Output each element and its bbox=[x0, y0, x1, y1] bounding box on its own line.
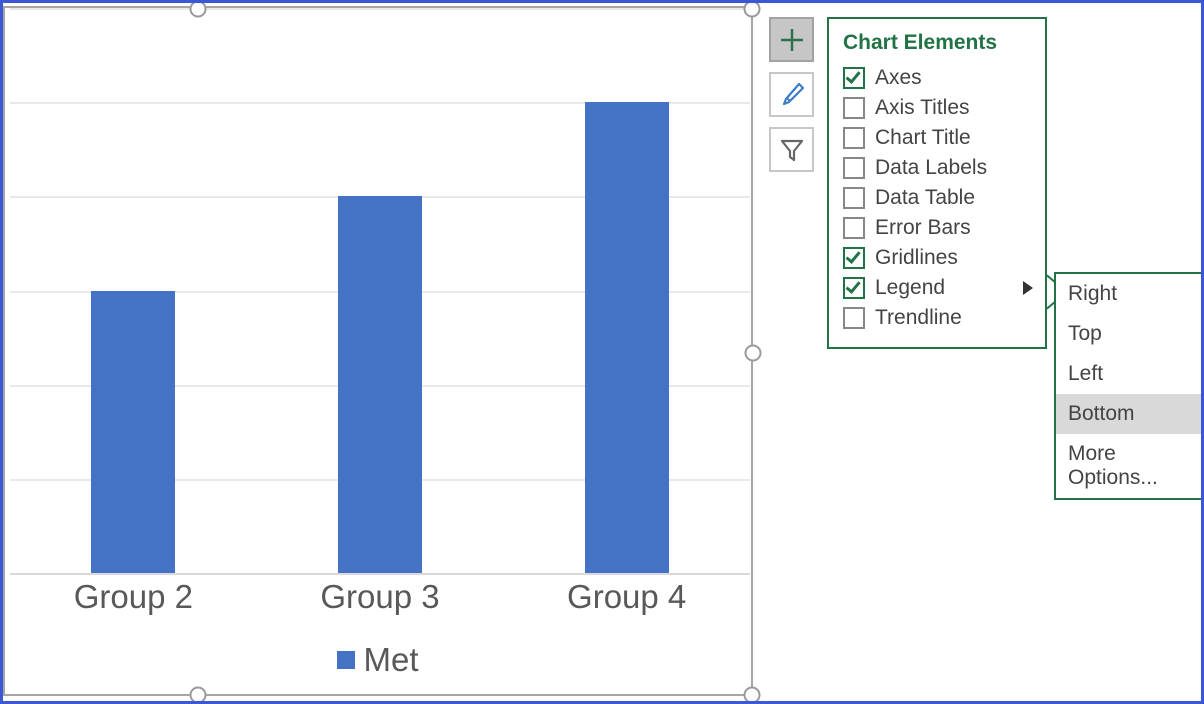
bar-group-3[interactable] bbox=[338, 196, 422, 573]
x-axis-label: Group 2 bbox=[10, 578, 257, 616]
selection-handle-e[interactable] bbox=[745, 345, 762, 362]
legend-position-right[interactable]: Right bbox=[1056, 274, 1204, 314]
legend-position-more-options[interactable]: More Options... bbox=[1056, 434, 1204, 498]
checkbox[interactable] bbox=[843, 247, 865, 269]
flyout-items: Axes Axis Titles Chart Title Data Labels Dat… bbox=[843, 63, 1033, 333]
chart-elements-button[interactable] bbox=[769, 17, 814, 62]
legend-position-left[interactable]: Left bbox=[1056, 354, 1204, 394]
option-label: Legend bbox=[875, 276, 945, 300]
selection-handle-n[interactable] bbox=[190, 1, 207, 18]
selection-handle-ne[interactable] bbox=[744, 1, 761, 18]
legend-bottom[interactable]: Met bbox=[5, 641, 751, 679]
chart-element-option-error-bars[interactable]: Error Bars bbox=[843, 213, 1033, 243]
bar-group-2[interactable] bbox=[91, 291, 175, 574]
option-label: Error Bars bbox=[875, 216, 971, 240]
checkmark-icon bbox=[846, 248, 861, 264]
legend-series-label: Met bbox=[363, 641, 418, 679]
option-label: Chart Title bbox=[875, 126, 971, 150]
chart-element-option-chart-title[interactable]: Chart Title bbox=[843, 123, 1033, 153]
x-axis-label: Group 4 bbox=[503, 578, 750, 616]
x-axis-labels: Group 2Group 3Group 4 bbox=[10, 578, 750, 626]
x-axis-label: Group 3 bbox=[257, 578, 504, 616]
checkbox[interactable] bbox=[843, 157, 865, 179]
legend-swatch bbox=[337, 651, 355, 669]
chart-filters-button[interactable] bbox=[769, 127, 814, 172]
chart-element-option-gridlines[interactable]: Gridlines bbox=[843, 243, 1033, 273]
checkbox[interactable] bbox=[843, 97, 865, 119]
chart-element-option-legend[interactable]: Legend bbox=[843, 273, 1033, 303]
gridline bbox=[10, 8, 750, 10]
chart-object[interactable]: Group 2Group 3Group 4 Met bbox=[3, 6, 753, 696]
option-label: Trendline bbox=[875, 306, 962, 330]
option-label: Data Labels bbox=[875, 156, 987, 180]
plot-area bbox=[10, 8, 750, 573]
checkbox[interactable] bbox=[843, 67, 865, 89]
chart-element-option-data-labels[interactable]: Data Labels bbox=[843, 153, 1033, 183]
chart-styles-button[interactable] bbox=[769, 72, 814, 117]
paintbrush-icon bbox=[777, 80, 807, 110]
flyout-title: Chart Elements bbox=[843, 31, 1033, 55]
legend-position-top[interactable]: Top bbox=[1056, 314, 1204, 354]
checkmark-icon bbox=[846, 68, 861, 84]
chart-element-option-axis-titles[interactable]: Axis Titles bbox=[843, 93, 1033, 123]
app-canvas: Group 2Group 3Group 4 Met bbox=[0, 0, 1204, 704]
checkbox[interactable] bbox=[843, 127, 865, 149]
chart-element-option-data-table[interactable]: Data Table bbox=[843, 183, 1033, 213]
checkbox[interactable] bbox=[843, 187, 865, 209]
checkbox[interactable] bbox=[843, 277, 865, 299]
option-label: Axes bbox=[875, 66, 922, 90]
chart-elements-flyout: Chart Elements Axes Axis Titles Chart Titl… bbox=[827, 17, 1047, 349]
chart-element-option-axes[interactable]: Axes bbox=[843, 63, 1033, 93]
checkbox[interactable] bbox=[843, 307, 865, 329]
x-axis-line bbox=[10, 573, 750, 575]
chart-element-option-trendline[interactable]: Trendline bbox=[843, 303, 1033, 333]
legend-position-submenu: RightTopLeftBottomMore Options... bbox=[1054, 272, 1204, 500]
chevron-right-icon bbox=[1023, 281, 1033, 295]
funnel-icon bbox=[778, 136, 806, 164]
checkbox[interactable] bbox=[843, 217, 865, 239]
bar-group-4[interactable] bbox=[585, 102, 669, 573]
chart-side-buttons bbox=[769, 17, 814, 172]
option-label: Data Table bbox=[875, 186, 975, 210]
option-label: Axis Titles bbox=[875, 96, 970, 120]
legend-position-bottom[interactable]: Bottom bbox=[1056, 394, 1204, 434]
plus-icon bbox=[778, 26, 806, 54]
selection-handle-se[interactable] bbox=[744, 687, 761, 704]
selection-handle-s[interactable] bbox=[190, 687, 207, 704]
option-label: Gridlines bbox=[875, 246, 958, 270]
checkmark-icon bbox=[846, 278, 861, 294]
